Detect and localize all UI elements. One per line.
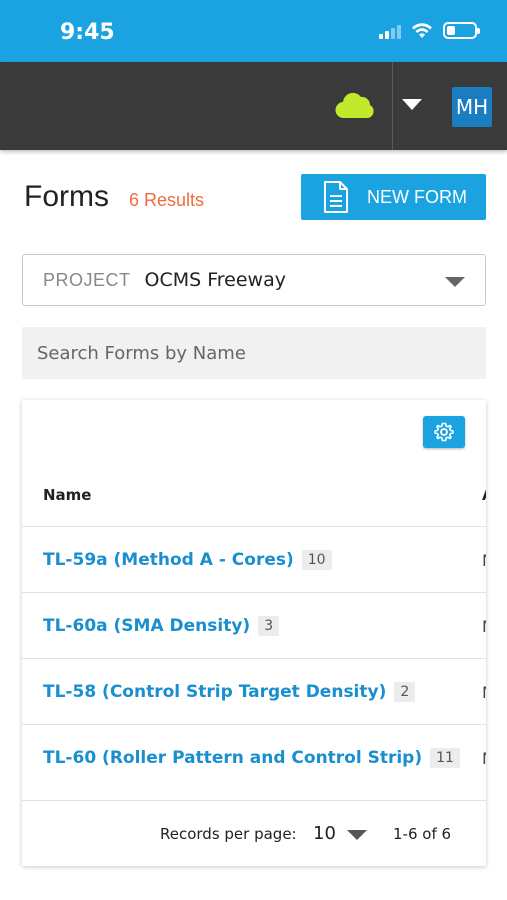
form-link[interactable]: TL-60 (Roller Pattern and Control Strip)	[43, 748, 422, 768]
form-link[interactable]: TL-58 (Control Strip Target Density)	[43, 682, 386, 702]
records-per-page-select[interactable]: 10	[313, 823, 336, 844]
table-settings-button[interactable]	[423, 416, 465, 448]
table-row[interactable]: TL-59a (Method A - Cores) 10 M	[22, 526, 486, 592]
project-value: OCMS Freeway	[144, 269, 286, 291]
gear-icon	[434, 422, 454, 442]
table-row[interactable]: TL-60a (SMA Density) 3 M	[22, 592, 486, 658]
status-bar: 9:45	[0, 0, 507, 62]
table-footer: Records per page: 10 1-6 of 6	[22, 800, 486, 866]
row-second-column: M	[482, 683, 486, 702]
signal-icon	[379, 23, 401, 39]
count-badge: 11	[430, 747, 460, 768]
column-header-second[interactable]: A	[482, 486, 486, 504]
app-header: MH	[0, 62, 507, 150]
form-link[interactable]: TL-60a (SMA Density)	[43, 616, 250, 636]
wifi-icon	[412, 23, 432, 38]
row-second-column: M	[482, 551, 486, 570]
count-badge: 2	[394, 681, 416, 702]
document-icon	[324, 181, 348, 213]
result-count: 6 Results	[129, 190, 205, 210]
chevron-down-icon[interactable]	[402, 99, 422, 110]
battery-icon	[443, 22, 480, 39]
row-second-column: M	[482, 749, 486, 768]
row-second-column: M	[482, 617, 486, 636]
records-per-page-label: Records per page:	[160, 825, 297, 843]
table-row[interactable]: TL-58 (Control Strip Target Density) 2 M	[22, 658, 486, 724]
column-header-name[interactable]: Name	[43, 486, 91, 504]
page-title: Forms	[24, 180, 109, 213]
status-time: 9:45	[60, 20, 115, 45]
table-row[interactable]: TL-60 (Roller Pattern and Control Strip)…	[22, 724, 486, 790]
status-icons	[379, 22, 480, 39]
cloud-icon[interactable]	[334, 90, 376, 120]
table-rows: TL-59a (Method A - Cores) 10 M TL-60a (S…	[22, 526, 486, 790]
new-form-label: NEW FORM	[367, 186, 467, 207]
form-link[interactable]: TL-59a (Method A - Cores)	[43, 550, 294, 570]
avatar[interactable]: MH	[452, 87, 492, 127]
pagination-range: 1-6 of 6	[393, 825, 452, 843]
project-select[interactable]: PROJECT OCMS Freeway	[22, 254, 486, 306]
header-divider	[392, 62, 393, 150]
count-badge: 10	[301, 549, 332, 570]
project-label: PROJECT	[43, 269, 131, 290]
caret-down-icon[interactable]	[347, 830, 367, 840]
search-input[interactable]	[22, 327, 486, 379]
count-badge: 3	[258, 615, 280, 636]
forms-table: Name A TL-59a (Method A - Cores) 10 M TL…	[22, 400, 486, 866]
new-form-button[interactable]: NEW FORM	[301, 174, 486, 220]
battery-fill	[447, 26, 455, 35]
caret-down-icon	[445, 277, 465, 287]
